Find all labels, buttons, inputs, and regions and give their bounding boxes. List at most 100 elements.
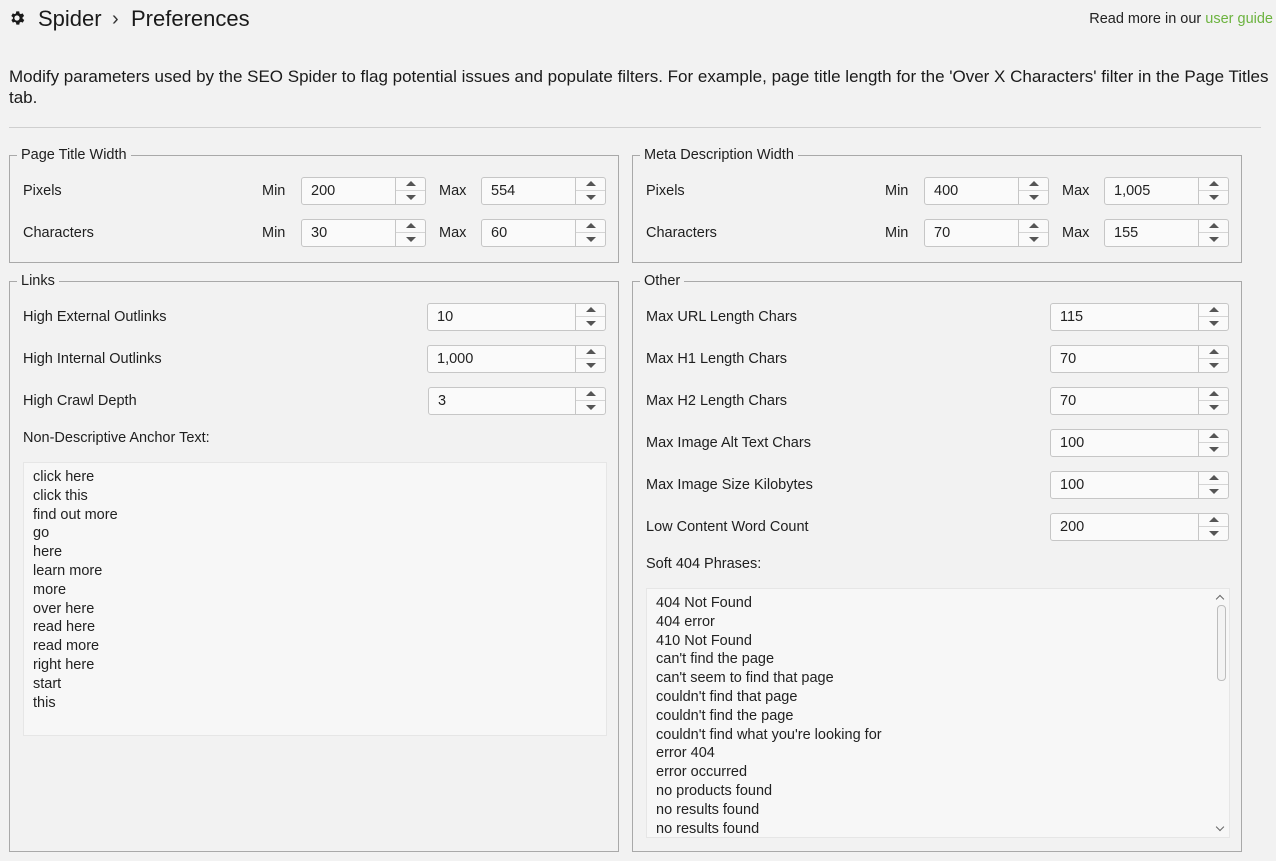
meta-desc-chars-max-spinner[interactable]: 155 [1104,219,1229,247]
spinner-value[interactable]: 70 [934,223,950,243]
decrement-arrow-icon[interactable] [576,401,605,414]
low-content-word-count-spinner[interactable]: 200 [1050,513,1229,541]
page-title: Preferences [131,6,250,31]
row-label: Characters [646,225,717,241]
spinner-value[interactable]: 3 [438,391,446,411]
decrement-arrow-icon[interactable] [1199,359,1228,372]
page-description: Modify parameters used by the SEO Spider… [9,67,1269,107]
soft404-label: Soft 404 Phrases: [646,556,762,572]
list-item: go [33,525,50,542]
field-label: Max Image Alt Text Chars [646,435,811,451]
vertical-scrollbar[interactable] [1213,589,1229,837]
list-item: read more [33,638,100,655]
read-more: Read more in our user guide [1089,11,1273,27]
decrement-arrow-icon[interactable] [576,317,605,330]
high-crawl-depth-spinner[interactable]: 3 [428,387,606,415]
spinner-value[interactable]: 30 [311,223,327,243]
scroll-down-arrow-icon[interactable] [1215,823,1227,835]
scrollbar-thumb[interactable] [1217,605,1226,681]
increment-arrow-icon[interactable] [1199,430,1228,443]
spinner-value[interactable]: 60 [491,223,507,243]
field-label: Low Content Word Count [646,519,809,535]
preferences-page: Spider › Preferences Read more in our us… [0,0,1276,861]
increment-arrow-icon[interactable] [1199,388,1228,401]
increment-arrow-icon[interactable] [1019,178,1048,191]
group-title: Page Title Width [17,145,131,165]
spinner-value[interactable]: 1,005 [1114,181,1150,201]
decrement-arrow-icon[interactable] [576,191,605,204]
max-label: Max [1062,225,1090,241]
spinner-value[interactable]: 200 [311,181,335,201]
min-label: Min [885,183,909,199]
decrement-arrow-icon[interactable] [1199,317,1228,330]
links-group: Links High External Outlinks 10 High Int… [9,271,619,852]
increment-arrow-icon[interactable] [576,178,605,191]
max-image-size-spinner[interactable]: 100 [1050,471,1229,499]
meta-desc-pixels-min-spinner[interactable]: 400 [924,177,1049,205]
spinner-value[interactable]: 1,000 [437,349,473,369]
max-h1-length-spinner[interactable]: 70 [1050,345,1229,373]
high-external-outlinks-spinner[interactable]: 10 [427,303,606,331]
increment-arrow-icon[interactable] [396,178,425,191]
decrement-arrow-icon[interactable] [1199,191,1228,204]
scroll-up-arrow-icon[interactable] [1215,591,1227,603]
decrement-arrow-icon[interactable] [396,191,425,204]
spinner-value[interactable]: 10 [437,307,453,327]
decrement-arrow-icon[interactable] [576,233,605,246]
increment-arrow-icon[interactable] [1199,220,1228,233]
spinner-value[interactable]: 200 [1060,517,1084,537]
increment-arrow-icon[interactable] [1019,220,1048,233]
increment-arrow-icon[interactable] [396,220,425,233]
list-item: click this [33,487,88,504]
spinner-value[interactable]: 554 [491,181,515,201]
increment-arrow-icon[interactable] [1199,178,1228,191]
max-url-length-spinner[interactable]: 115 [1050,303,1229,331]
increment-arrow-icon[interactable] [1199,514,1228,527]
decrement-arrow-icon[interactable] [1199,401,1228,414]
field-label: High External Outlinks [23,309,167,325]
decrement-arrow-icon[interactable] [1199,443,1228,456]
list-item: click here [33,469,95,485]
spinner-value[interactable]: 100 [1060,475,1084,495]
decrement-arrow-icon[interactable] [1199,527,1228,540]
page-title-chars-max-spinner[interactable]: 60 [481,219,606,247]
decrement-arrow-icon[interactable] [396,233,425,246]
decrement-arrow-icon[interactable] [576,359,605,372]
breadcrumb-spider[interactable]: Spider [38,6,102,32]
spinner-value[interactable]: 115 [1060,307,1083,327]
increment-arrow-icon[interactable] [576,304,605,317]
decrement-arrow-icon[interactable] [1199,233,1228,246]
max-h2-length-spinner[interactable]: 70 [1050,387,1229,415]
page-title-width-group: Page Title Width Pixels Min 200 Max 554 … [9,145,619,263]
spinner-value[interactable]: 400 [934,181,958,201]
page-title-pixels-max-spinner[interactable]: 554 [481,177,606,205]
decrement-arrow-icon[interactable] [1199,485,1228,498]
list-item: error 404 [656,745,715,762]
breadcrumb-separator: › [112,8,119,30]
spinner-value[interactable]: 70 [1060,391,1076,411]
list-item: learn more [33,562,103,579]
increment-arrow-icon[interactable] [576,220,605,233]
soft404-textarea[interactable]: 404 Not Found 404 error 410 Not Found ca… [646,588,1230,838]
anchor-text-lines: click here click this find out more go h… [33,468,118,712]
decrement-arrow-icon[interactable] [1019,191,1048,204]
decrement-arrow-icon[interactable] [1019,233,1048,246]
list-item: couldn't find that page [656,688,798,705]
spinner-value[interactable]: 100 [1060,433,1084,453]
increment-arrow-icon[interactable] [1199,472,1228,485]
increment-arrow-icon[interactable] [1199,304,1228,317]
high-internal-outlinks-spinner[interactable]: 1,000 [427,345,606,373]
meta-desc-chars-min-spinner[interactable]: 70 [924,219,1049,247]
spinner-value[interactable]: 155 [1114,223,1138,243]
anchor-text-textarea[interactable]: click here click this find out more go h… [23,462,607,736]
min-label: Min [262,183,286,199]
increment-arrow-icon[interactable] [576,346,605,359]
meta-desc-pixels-max-spinner[interactable]: 1,005 [1104,177,1229,205]
page-title-pixels-min-spinner[interactable]: 200 [301,177,426,205]
spinner-value[interactable]: 70 [1060,349,1076,369]
increment-arrow-icon[interactable] [1199,346,1228,359]
max-image-alt-text-spinner[interactable]: 100 [1050,429,1229,457]
page-title-chars-min-spinner[interactable]: 30 [301,219,426,247]
user-guide-link[interactable]: user guide [1205,11,1273,27]
increment-arrow-icon[interactable] [576,388,605,401]
